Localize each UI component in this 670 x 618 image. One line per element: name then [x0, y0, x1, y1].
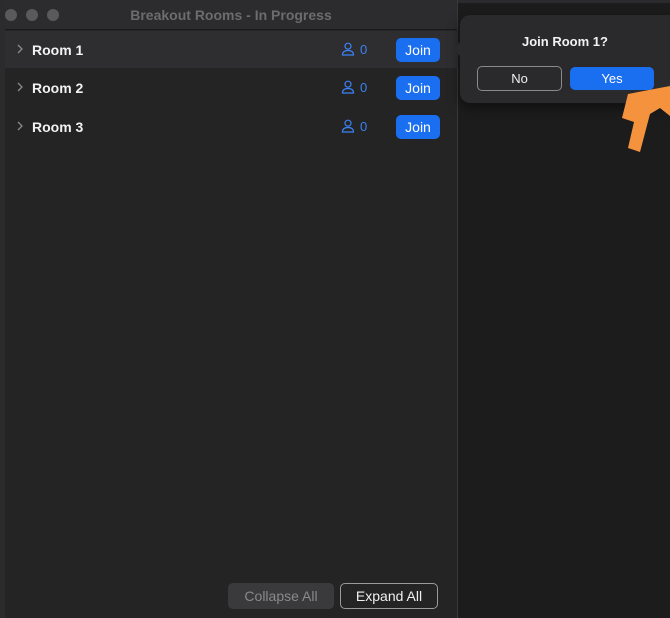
join-room-1-button[interactable]: Join	[396, 38, 440, 62]
person-icon	[341, 42, 355, 56]
room-name: Room 3	[32, 119, 84, 135]
popover-arrow	[453, 42, 460, 56]
room-row-3[interactable]: Room 3 0 Join	[5, 108, 458, 145]
breakout-rooms-window: Breakout Rooms - In Progress Room 1 0 Jo…	[5, 0, 458, 618]
expand-all-button[interactable]: Expand All	[340, 583, 438, 609]
participant-count: 0	[360, 119, 368, 134]
collapse-all-button[interactable]: Collapse All	[228, 583, 334, 609]
room-row-1[interactable]: Room 1 0 Join	[5, 31, 458, 68]
join-room-3-button[interactable]: Join	[396, 115, 440, 139]
room-name: Room 2	[32, 80, 84, 96]
title-bar[interactable]: Breakout Rooms - In Progress	[5, 0, 457, 30]
no-button[interactable]: No	[477, 66, 562, 91]
join-room-2-button[interactable]: Join	[396, 76, 440, 100]
person-icon	[341, 119, 355, 133]
participant-count: 0	[360, 42, 368, 57]
room-row-2[interactable]: Room 2 0 Join	[5, 69, 458, 106]
room-name: Room 1	[32, 42, 84, 58]
popover-title: Join Room 1?	[522, 34, 608, 49]
orange-arrow-pointer-icon	[622, 86, 670, 152]
participant-count: 0	[360, 80, 368, 95]
chevron-right-icon[interactable]	[16, 80, 24, 94]
chevron-right-icon[interactable]	[16, 119, 24, 133]
chevron-right-icon[interactable]	[16, 42, 24, 56]
window-title: Breakout Rooms - In Progress	[130, 7, 332, 23]
bottom-toolbar: Collapse All Expand All	[5, 580, 458, 610]
person-icon	[341, 80, 355, 94]
